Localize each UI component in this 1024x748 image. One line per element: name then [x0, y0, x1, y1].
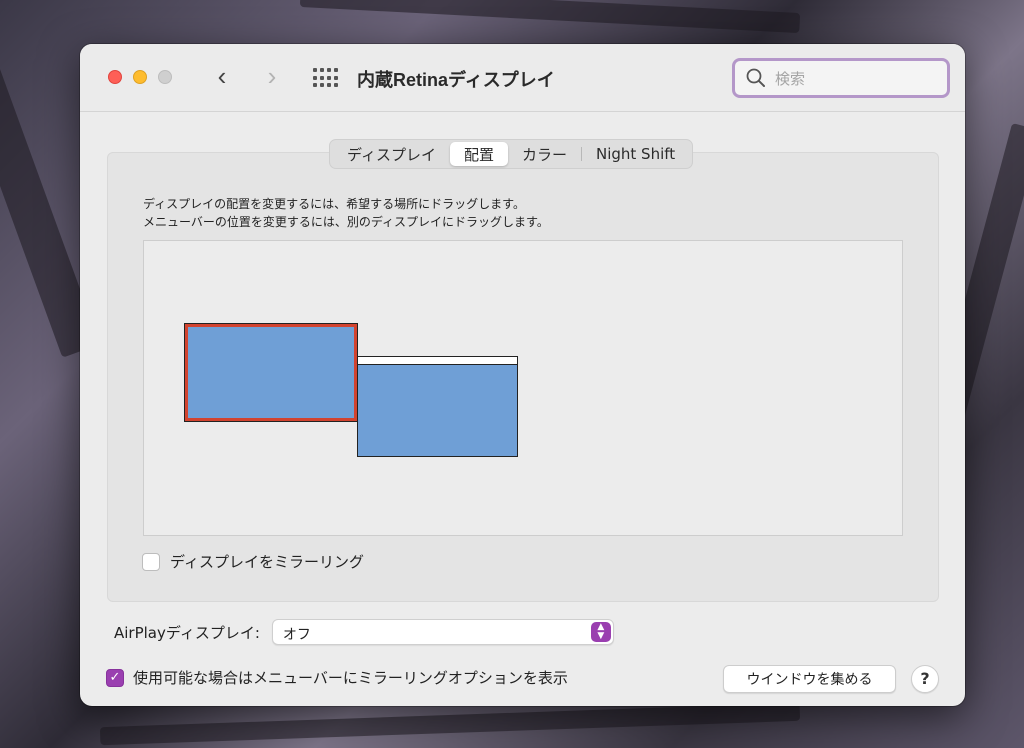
tab-night-shift[interactable]: Night Shift	[582, 142, 689, 166]
tab-bar: ディスプレイ 配置 カラー Night Shift	[329, 139, 694, 169]
help-button[interactable]: ?	[911, 665, 939, 693]
instruction-line: メニューバーの位置を変更するには、別のディスプレイにドラッグします。	[143, 215, 549, 229]
airplay-selected-value: オフ	[282, 627, 311, 643]
arrangement-instructions: ディスプレイの配置を変更するには、希望する場所にドラッグします。 メニューバーの…	[143, 195, 549, 231]
preferences-window: ‹ › 内蔵Retinaディスプレイ ディスプレイ 配置 カラー Night S…	[80, 44, 965, 706]
mirror-displays-row: ディスプレイをミラーリング	[142, 551, 364, 572]
mirror-displays-label: ディスプレイをミラーリング	[170, 553, 364, 571]
tab-arrangement[interactable]: 配置	[449, 142, 508, 166]
tab-display[interactable]: ディスプレイ	[333, 142, 450, 166]
zoom-window-button[interactable]	[158, 70, 172, 84]
chevron-right-icon[interactable]: ›	[260, 63, 284, 90]
airplay-label: AirPlayディスプレイ:	[114, 623, 260, 642]
search-input[interactable]	[775, 68, 935, 90]
menu-bar-indicator[interactable]	[358, 357, 517, 365]
display-main-selected[interactable]	[184, 323, 358, 422]
chevron-updown-icon: ▲ ▼	[590, 622, 611, 642]
grid-icon[interactable]	[313, 68, 338, 88]
minimize-window-button[interactable]	[133, 70, 147, 84]
search-icon	[746, 68, 765, 87]
tab-color[interactable]: カラー	[508, 142, 581, 166]
instruction-line: ディスプレイの配置を変更するには、希望する場所にドラッグします。	[143, 197, 525, 211]
title-bar: ‹ › 内蔵Retinaディスプレイ	[80, 44, 965, 112]
show-mirroring-row: ✓ 使用可能な場合はメニューバーにミラーリングオプションを表示	[106, 667, 568, 688]
chevron-left-icon[interactable]: ‹	[210, 63, 234, 90]
show-mirroring-label: 使用可能な場合はメニューバーにミラーリングオプションを表示	[133, 669, 568, 687]
gather-windows-button[interactable]: ウインドウを集める	[723, 665, 896, 693]
mirror-displays-checkbox[interactable]	[142, 552, 160, 571]
show-mirroring-checkbox[interactable]: ✓	[106, 668, 124, 687]
search-field[interactable]	[732, 58, 950, 98]
close-window-button[interactable]	[108, 70, 122, 84]
display-arrangement-area	[143, 240, 903, 536]
airplay-select[interactable]: オフ ▲ ▼	[271, 619, 614, 645]
display-secondary[interactable]	[357, 356, 518, 457]
window-title: 内蔵Retinaディスプレイ	[357, 70, 555, 90]
airplay-row: AirPlayディスプレイ: オフ ▲ ▼	[114, 619, 614, 645]
